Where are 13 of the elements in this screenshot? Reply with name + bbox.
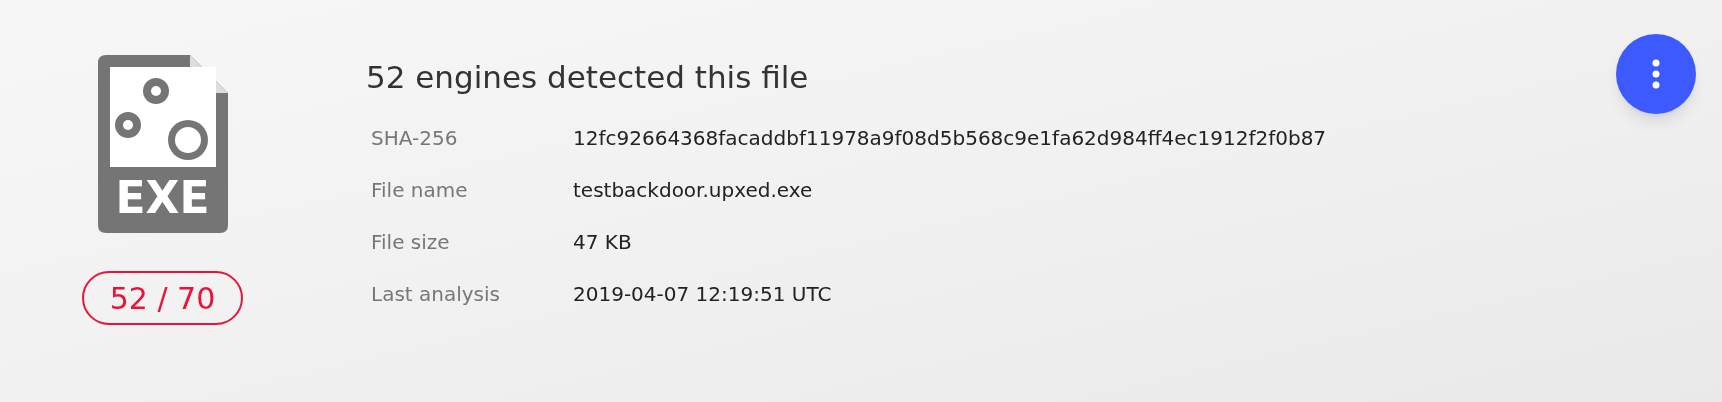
detail-label: Last analysis: [371, 280, 501, 308]
detail-label: File name: [371, 176, 469, 204]
detection-title: 52 engines detected this file: [366, 58, 810, 97]
file-type-label: EXE: [114, 173, 211, 223]
detail-label: File size: [371, 228, 451, 256]
detail-label: SHA-256: [371, 124, 459, 152]
more-vertical-icon: [1652, 59, 1660, 89]
detection-ratio-badge: 52 / 70: [81, 271, 244, 325]
detail-value: 12fc92664368facaddbf11978a9f08d5b568c9e1fa62d984ff4ec1912f2f0b87: [573, 124, 1327, 152]
detail-value: 2019-04-07 12:19:51 UTC: [573, 280, 833, 308]
detail-value: testbackdoor.upxed.exe: [573, 176, 814, 204]
detail-value: 47 KB: [573, 228, 633, 256]
file-gears-icon: [97, 55, 228, 233]
